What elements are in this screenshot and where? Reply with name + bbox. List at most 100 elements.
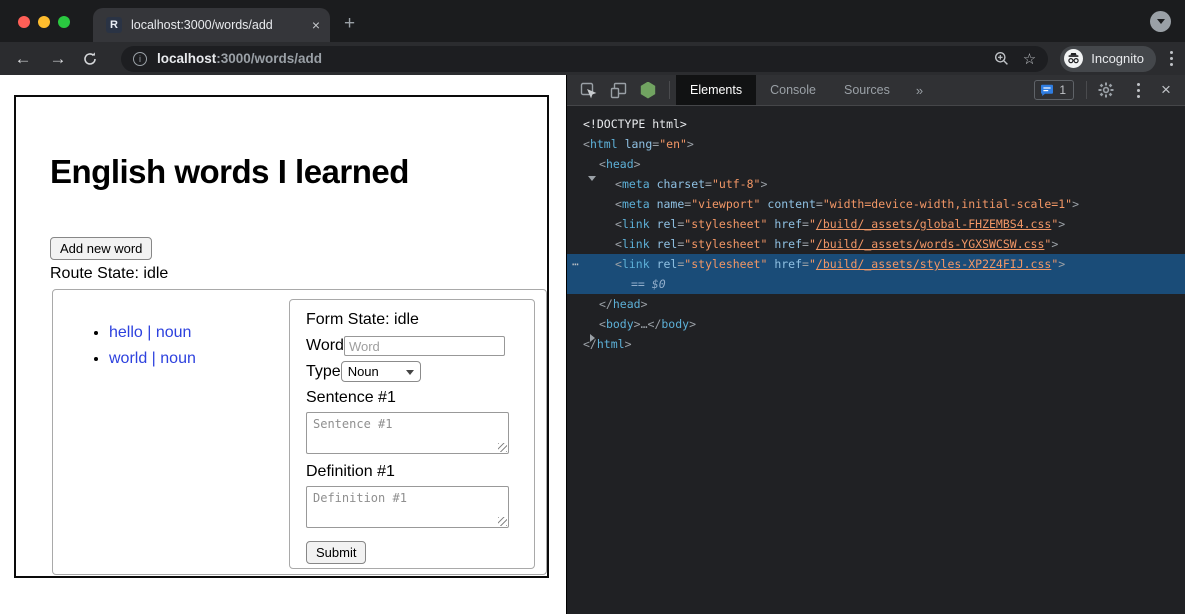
magnifier-plus-icon [994, 51, 1009, 66]
dom-token: > [625, 337, 632, 351]
tab-search-button[interactable] [1150, 11, 1171, 32]
dom-token: < [615, 257, 622, 271]
dom-line[interactable]: <body>…</body> [567, 314, 1185, 334]
minimize-window-button[interactable] [38, 16, 50, 28]
dom-line[interactable]: <meta charset="utf-8"> [567, 174, 1185, 194]
sentence-label: Sentence #1 [306, 389, 518, 407]
devtools-tab-console[interactable]: Console [756, 75, 830, 105]
refresh-button[interactable] [82, 51, 104, 67]
word-link[interactable]: world | noun [109, 350, 196, 367]
dom-token: > [687, 137, 694, 151]
dom-token: = [705, 177, 712, 191]
dom-token: meta [622, 197, 650, 211]
dom-token: href [774, 217, 802, 231]
dom-token: head [606, 157, 634, 171]
zoom-page-button[interactable] [994, 51, 1009, 66]
browser-menu-button[interactable] [1170, 50, 1173, 68]
device-toolbar-button[interactable] [605, 77, 631, 103]
more-tabs-button[interactable]: » [904, 83, 935, 98]
dom-token: lang [625, 137, 653, 151]
type-label: Type [306, 363, 341, 381]
sentence-textarea[interactable]: Sentence #1 [306, 412, 509, 454]
dom-token [650, 257, 657, 271]
dom-token: < [615, 237, 622, 251]
select-chevron-icon [406, 370, 414, 375]
tab-close-icon[interactable]: × [312, 17, 320, 33]
site-info-icon[interactable]: i [133, 52, 147, 66]
add-word-form: Form State: idle Word Type Noun Sentence… [289, 299, 535, 569]
devtools-panel: ElementsConsoleSources » 1 [566, 75, 1185, 614]
dom-line[interactable]: ⋯<link rel="stylesheet" href="/build/_as… [567, 254, 1185, 274]
dom-token: > [1051, 237, 1058, 251]
dom-token: "utf-8" [712, 177, 760, 191]
issues-counter[interactable]: 1 [1034, 80, 1074, 100]
dom-token: "width=device-width,initial-scale=1" [823, 197, 1072, 211]
settings-button[interactable] [1093, 77, 1119, 103]
dom-token: = [802, 217, 809, 231]
dom-token: "en" [659, 137, 687, 151]
web-page: English words I learned Add new word Rou… [0, 75, 566, 614]
toolbar-divider [1086, 81, 1087, 99]
dom-line[interactable]: <link rel="stylesheet" href="/build/_ass… [567, 234, 1185, 254]
devtools-tab-elements[interactable]: Elements [676, 75, 756, 105]
dom-token: link [622, 237, 650, 251]
dom-token: /build/_assets/styles-XP2Z4FIJ.css [816, 257, 1051, 271]
dom-line[interactable]: <!DOCTYPE html> [567, 114, 1185, 134]
dom-line[interactable]: == $0 [567, 274, 1185, 294]
dom-token: > [1072, 197, 1079, 211]
device-toolbar-icon [610, 82, 627, 99]
definition-textarea[interactable]: Definition #1 [306, 486, 509, 528]
remix-favicon-icon: R [106, 17, 122, 33]
tab-strip: R localhost:3000/words/add × + [0, 0, 1185, 42]
page-title: English words I learned [50, 153, 409, 191]
dom-token: <!DOCTYPE html> [583, 117, 687, 131]
route-state-text: Route State: idle [50, 265, 168, 283]
maximize-window-button[interactable] [58, 16, 70, 28]
devtools-menu-button[interactable] [1123, 77, 1149, 103]
dom-line[interactable]: </head> [567, 294, 1185, 314]
toolbar-divider [669, 81, 670, 99]
incognito-icon [1064, 49, 1083, 68]
new-tab-button[interactable]: + [344, 13, 355, 35]
submit-button[interactable]: Submit [306, 541, 366, 564]
dom-line[interactable]: <meta name="viewport" content="width=dev… [567, 194, 1185, 214]
resize-grip-icon[interactable] [498, 517, 507, 526]
add-new-word-button[interactable]: Add new word [50, 237, 152, 260]
back-button[interactable]: ← [12, 50, 34, 67]
window-content: English words I learned Add new word Rou… [0, 75, 1185, 614]
resize-grip-icon[interactable] [498, 443, 507, 452]
dom-token: > [641, 297, 648, 311]
dom-line[interactable]: <head> [567, 154, 1185, 174]
browser-tab[interactable]: R localhost:3000/words/add × [93, 8, 330, 42]
dom-tree: <!DOCTYPE html><html lang="en"><head><me… [567, 106, 1185, 614]
url-path: :3000/words/add [216, 51, 322, 66]
devtools-close-button[interactable]: × [1153, 80, 1179, 100]
dom-token: " [809, 217, 816, 231]
dom-line-menu-icon[interactable]: ⋯ [572, 254, 578, 274]
dom-token: = [802, 257, 809, 271]
dom-token: > [634, 317, 641, 331]
dom-token: "stylesheet" [684, 237, 767, 251]
word-link[interactable]: hello | noun [109, 324, 191, 341]
close-window-button[interactable] [18, 16, 30, 28]
dom-line[interactable]: <link rel="stylesheet" href="/build/_ass… [567, 214, 1185, 234]
sentence-placeholder: Sentence #1 [313, 417, 392, 431]
devtools-tab-sources[interactable]: Sources [830, 75, 904, 105]
forward-button[interactable]: → [47, 50, 69, 67]
dom-line[interactable]: <html lang="en"> [567, 134, 1185, 154]
dom-token: </ [583, 337, 597, 351]
word-input[interactable] [344, 336, 505, 356]
extension-button[interactable] [635, 77, 661, 103]
inspect-cursor-icon [580, 82, 597, 99]
dom-token: html [597, 337, 625, 351]
devtools-toolbar: ElementsConsoleSources » 1 [567, 75, 1185, 106]
dom-token: < [615, 217, 622, 231]
dom-token: " [809, 237, 816, 251]
inspect-element-button[interactable] [575, 77, 601, 103]
address-bar[interactable]: i localhost:3000/words/add ☆ [121, 46, 1048, 72]
bookmark-star-icon[interactable]: ☆ [1023, 50, 1036, 68]
dom-line[interactable]: </html> [567, 334, 1185, 354]
dom-token: > [760, 177, 767, 191]
type-select[interactable]: Noun [341, 361, 421, 382]
url-text[interactable]: localhost:3000/words/add [157, 51, 322, 66]
